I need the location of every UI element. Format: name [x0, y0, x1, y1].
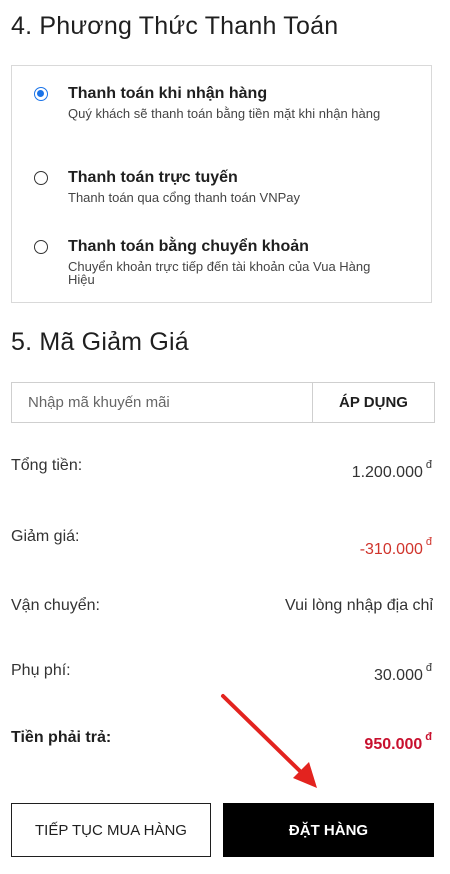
- continue-shopping-button[interactable]: TIẾP TỤC MUA HÀNG: [11, 803, 211, 857]
- shipping-value: Vui lòng nhập địa chỉ: [285, 597, 433, 614]
- option-title: Thanh toán trực tuyến: [68, 169, 238, 186]
- currency-symbol: đ: [425, 662, 432, 674]
- option-title: Thanh toán khi nhận hàng: [68, 85, 268, 102]
- coupon-input[interactable]: [11, 382, 312, 423]
- total-amount: 950.000: [364, 736, 423, 753]
- discount-value: -310.000 đ: [360, 536, 432, 559]
- radio-transfer[interactable]: [34, 240, 48, 254]
- fee-label: Phụ phí:: [11, 662, 71, 679]
- payment-options-box: Thanh toán khi nhận hàng Quý khách sẽ th…: [11, 65, 432, 303]
- total-value: 950.000 đ: [364, 731, 432, 754]
- place-order-button[interactable]: ĐẶT HÀNG: [223, 803, 434, 857]
- subtotal-label: Tổng tiền:: [11, 457, 83, 474]
- discount-section-title: 5. Mã Giảm Giá: [11, 328, 189, 356]
- currency-symbol: đ: [425, 459, 432, 471]
- option-description: Quý khách sẽ thanh toán bằng tiền mặt kh…: [68, 106, 381, 121]
- option-description: Chuyển khoản trực tiếp đến tài khoản của…: [68, 259, 371, 287]
- apply-coupon-button[interactable]: ÁP DỤNG: [312, 382, 435, 423]
- total-label: Tiền phải trả:: [11, 729, 112, 746]
- subtotal-value: 1.200.000 đ: [352, 459, 432, 482]
- currency-symbol: đ: [425, 536, 432, 548]
- fee-amount: 30.000: [373, 667, 423, 684]
- fee-value: 30.000 đ: [374, 662, 432, 685]
- subtotal-amount: 1.200.000: [351, 464, 423, 481]
- option-title: Thanh toán bằng chuyển khoản: [68, 238, 309, 255]
- option-description: Thanh toán qua cổng thanh toán VNPay: [68, 190, 301, 205]
- annotation-arrow-icon: [221, 694, 317, 788]
- shipping-label: Vận chuyển:: [11, 597, 100, 614]
- radio-cod[interactable]: [34, 87, 48, 101]
- discount-amount: -310.000: [359, 541, 423, 558]
- radio-online[interactable]: [34, 171, 48, 185]
- payment-section-title: 4. Phương Thức Thanh Toán: [11, 12, 339, 40]
- currency-symbol: đ: [425, 731, 432, 743]
- discount-label: Giảm giá:: [11, 528, 80, 545]
